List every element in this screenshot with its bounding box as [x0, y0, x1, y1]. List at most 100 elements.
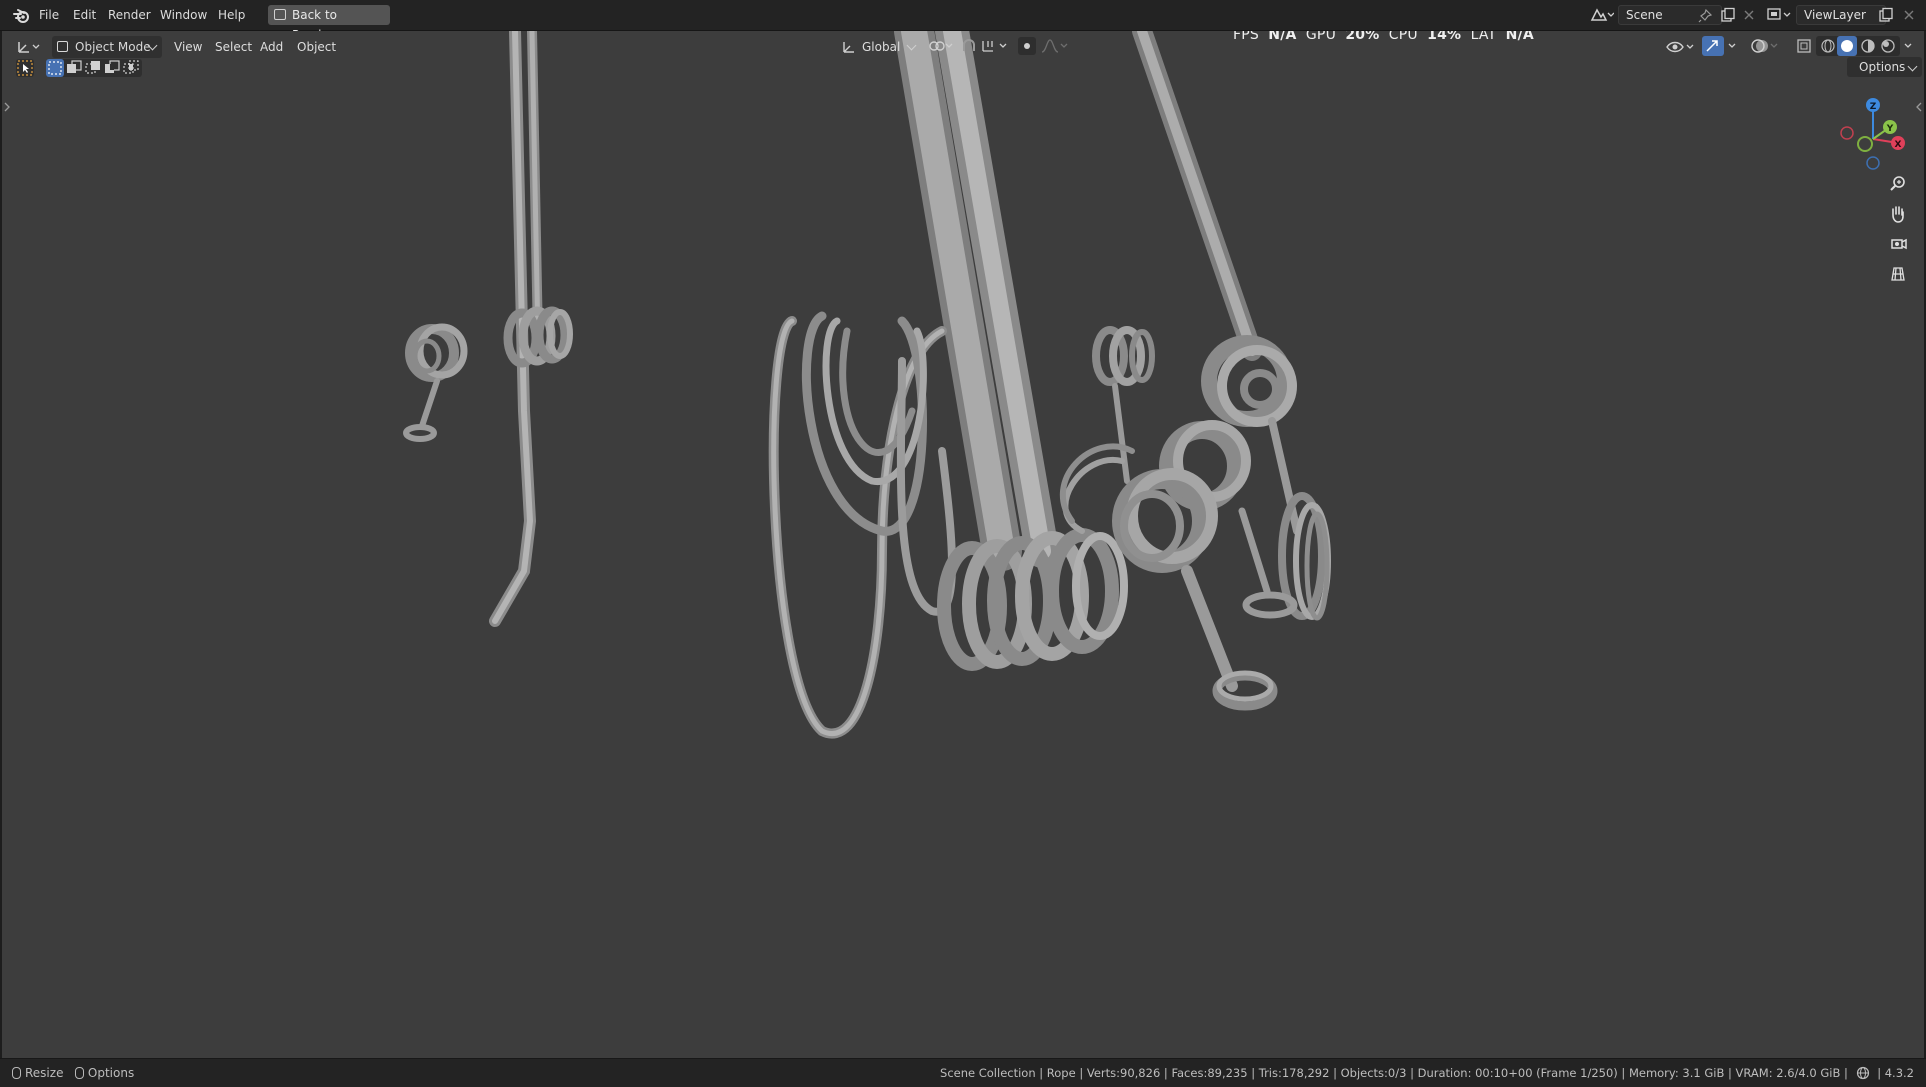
editor-type-icon — [18, 42, 40, 53]
3d-viewport[interactable]: Object Mode View Select Add Object Globa… — [2, 31, 1924, 1058]
overlays-icon[interactable] — [1750, 36, 1780, 56]
pivot-point-icon[interactable] — [927, 37, 955, 55]
menu-file[interactable]: File — [39, 7, 59, 24]
rope-right — [1132, 31, 1331, 621]
scene-browse-icon[interactable] — [1588, 5, 1615, 25]
shading-options-chevron-icon[interactable] — [1902, 37, 1916, 55]
gizmo-options-chevron-icon[interactable] — [1726, 37, 1740, 55]
back-to-previous-button[interactable]: Back to Previous — [268, 5, 390, 42]
editor-type-button[interactable] — [14, 36, 42, 58]
zoom-button[interactable] — [1885, 171, 1911, 197]
visibility-selectability-icon[interactable] — [1664, 37, 1696, 57]
gizmo-z-label: Z — [1870, 102, 1877, 112]
hand-pan-icon — [1892, 206, 1904, 223]
mouse-right-icon — [74, 1067, 84, 1079]
options-hint: Options — [87, 1066, 135, 1080]
proportional-edit-button[interactable] — [1018, 37, 1036, 55]
new-selection-icon — [48, 61, 62, 75]
new-scene-icon[interactable] — [1720, 7, 1736, 23]
extend-selection-icon[interactable] — [65, 59, 83, 77]
cursor-select-icon — [17, 60, 33, 76]
network-globe-icon[interactable] — [1856, 1066, 1870, 1080]
object-mode-icon — [57, 41, 68, 52]
menu-edit[interactable]: Edit — [73, 7, 96, 24]
menu-select[interactable]: Select — [215, 36, 252, 58]
status-shortcuts: Resize Options — [12, 1066, 134, 1080]
scene-name: Scene — [1626, 8, 1663, 22]
new-view-layer-icon[interactable] — [1878, 7, 1894, 23]
fps-label: FPS — [1233, 31, 1259, 43]
axis-gizmo-icon: Z Y X — [1840, 98, 1905, 170]
material-preview-icon[interactable] — [1858, 36, 1878, 56]
rope-mesh-render[interactable] — [2, 31, 1924, 1058]
rope-center-poles — [894, 31, 1059, 571]
cpu-label: CPU — [1388, 31, 1418, 43]
solid-shading-button[interactable] — [1837, 36, 1857, 56]
select-tool-button[interactable] — [16, 59, 34, 77]
screen-icon — [274, 9, 286, 20]
menu-render[interactable]: Render — [108, 7, 151, 24]
options-label: Options — [1859, 60, 1906, 74]
xray-toggle-icon[interactable] — [1794, 36, 1814, 56]
fps-value: N/A — [1268, 31, 1297, 43]
view-layer-browse-icon[interactable] — [1765, 6, 1793, 24]
view-layer-field[interactable]: ViewLayer — [1796, 5, 1886, 25]
gizmo-x-label: X — [1895, 140, 1902, 150]
menu-window[interactable]: Window — [160, 7, 207, 24]
wireframe-shading-icon[interactable] — [1818, 36, 1838, 56]
camera-view-button[interactable] — [1885, 231, 1911, 257]
orientation-label: Global — [862, 40, 901, 54]
delete-scene-icon[interactable] — [1742, 8, 1756, 22]
blender-logo-icon[interactable] — [13, 7, 31, 25]
menu-view[interactable]: View — [174, 36, 202, 58]
object-mode-label: Object Mode — [75, 40, 151, 54]
scene-info-text: Scene Collection | Rope | Verts:90,826 |… — [940, 1066, 1848, 1080]
gizmo-icon — [1706, 40, 1718, 52]
gizmo-toggle-button[interactable] — [1702, 36, 1724, 56]
gizmo-y-label: Y — [1886, 124, 1894, 134]
selection-mode-group — [46, 59, 142, 77]
zoom-magnifier-icon — [1890, 176, 1905, 191]
view-layer-name: ViewLayer — [1804, 8, 1866, 22]
menu-add[interactable]: Add — [260, 36, 283, 58]
object-mode-dropdown[interactable]: Object Mode — [52, 36, 162, 58]
scene-statistics: Scene Collection | Rope | Verts:90,826 |… — [940, 1066, 1914, 1080]
snap-target-icon[interactable] — [980, 37, 1010, 55]
rope-left — [489, 31, 573, 627]
options-dropdown[interactable]: Options — [1847, 57, 1922, 77]
delete-view-layer-icon[interactable] — [1902, 8, 1916, 22]
transform-orientation-dropdown[interactable]: Global — [842, 36, 920, 58]
lat-value: N/A — [1505, 31, 1534, 43]
camera-icon — [1891, 238, 1907, 250]
status-bar: Resize Options Scene Collection | Rope |… — [0, 1058, 1926, 1087]
rendered-shading-icon[interactable] — [1878, 36, 1898, 56]
navigation-gizmo[interactable]: Z Y X — [1832, 87, 1922, 177]
chevron-down-icon — [906, 40, 917, 51]
mouse-left-icon — [12, 1067, 21, 1079]
intersect-selection-icon[interactable] — [122, 59, 140, 77]
menu-object[interactable]: Object — [297, 36, 336, 58]
blender-version: 4.3.2 — [1884, 1066, 1914, 1080]
rope-small-knot — [403, 323, 468, 442]
shading-mode-group — [1816, 36, 1900, 56]
perspective-toggle-button[interactable] — [1885, 261, 1911, 287]
gpu-value: 20% — [1345, 31, 1380, 43]
falloff-icon[interactable] — [1040, 37, 1070, 55]
toolbar-expand-icon[interactable] — [3, 101, 11, 113]
subtract-selection-icon[interactable] — [84, 59, 102, 77]
top-menu-bar: File Edit Render Window Help Back to Pre… — [0, 0, 1926, 42]
snap-magnet-icon[interactable] — [960, 37, 978, 55]
rope-center-coil — [937, 528, 1128, 671]
pin-icon[interactable] — [1698, 9, 1712, 23]
cpu-value: 14% — [1427, 31, 1462, 43]
grid-perspective-icon — [1891, 267, 1905, 281]
gpu-label: GPU — [1305, 31, 1337, 43]
invert-selection-icon[interactable] — [103, 59, 121, 77]
resize-hint: Resize — [25, 1066, 64, 1080]
rope-hanging-loops — [768, 311, 956, 739]
set-new-selection-button[interactable] — [46, 59, 64, 77]
menu-help[interactable]: Help — [218, 7, 245, 24]
chevron-down-icon — [1907, 61, 1918, 72]
pan-button[interactable] — [1885, 201, 1911, 227]
orientation-axis-icon — [843, 42, 854, 53]
